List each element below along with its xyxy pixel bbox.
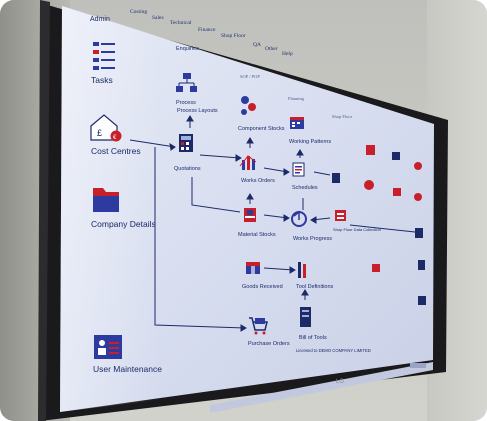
tool-definitions-label[interactable]: Tool Definitions — [296, 284, 334, 290]
header-sop-wop: SOP / POP — [240, 74, 260, 79]
data-collection-icon[interactable] — [335, 210, 346, 221]
material-stocks-label[interactable]: Material Stocks — [238, 232, 276, 238]
menu-item-shop-floor[interactable]: Shop Floor — [221, 33, 246, 39]
menu-item-help[interactable]: Help — [282, 51, 293, 57]
component-stocks-label[interactable]: Component Stocks — [238, 126, 285, 132]
header-shop-floor: Shop Floor — [332, 114, 353, 119]
menu-item-finance[interactable]: Finance — [198, 27, 216, 33]
menu-item-qa[interactable]: QA — [253, 42, 261, 48]
company-details-label[interactable]: Company Details — [91, 219, 156, 229]
quotations-label[interactable]: Quotations — [174, 166, 201, 172]
material-stocks-icon[interactable] — [244, 208, 256, 222]
alert-icon[interactable] — [393, 188, 401, 196]
working-patterns-icon[interactable] — [290, 117, 304, 129]
works-orders-label[interactable]: Works Orders — [241, 178, 275, 184]
header-enquiries: Enquiries — [176, 46, 199, 52]
process-layouts-label-1[interactable]: Process — [176, 100, 196, 106]
menu-admin[interactable]: Admin — [90, 16, 110, 23]
user-maintenance-icon[interactable] — [94, 335, 122, 359]
report-icon[interactable] — [392, 152, 400, 160]
status-icon[interactable] — [414, 162, 422, 170]
schedules-icon[interactable] — [292, 162, 305, 177]
tooling-icon[interactable] — [372, 264, 380, 272]
document-icon[interactable] — [418, 260, 425, 270]
tray-icons[interactable] — [410, 363, 426, 368]
menu-item-technical[interactable]: Technical — [170, 20, 192, 26]
goods-received-label[interactable]: Goods Received — [242, 284, 283, 290]
works-progress-label[interactable]: Works Progress — [293, 236, 332, 242]
cost-centres-label[interactable]: Cost Centres — [91, 146, 141, 156]
gauge-icon[interactable] — [364, 180, 374, 190]
tv-display: Admin Costing Sales Technical Finance Sh… — [38, 0, 448, 421]
goods-received-icon[interactable] — [246, 262, 260, 274]
bill-of-tools-icon[interactable] — [300, 307, 311, 327]
process-layouts-label[interactable]: Process Layouts — [177, 108, 218, 114]
photo-frame: Admin Costing Sales Technical Finance Sh… — [0, 0, 487, 421]
tv-brand-logo: LG — [336, 379, 344, 385]
schedules-label[interactable]: Schedules — [292, 185, 318, 191]
user-maintenance-label[interactable]: User Maintenance — [93, 364, 162, 374]
operator-icon[interactable] — [415, 228, 423, 238]
license-text: Licensed to DEMO COMPANY LIMITED — [296, 348, 371, 353]
qa-icon[interactable] — [366, 145, 375, 155]
menu-item-other[interactable]: Other — [265, 46, 278, 52]
menu-item-sales[interactable]: Sales — [152, 15, 164, 21]
tasks-label[interactable]: Tasks — [91, 75, 113, 85]
bill-of-tools-label[interactable]: Bill of Tools — [299, 335, 327, 341]
svg-text:£: £ — [97, 128, 102, 138]
machine-icon[interactable] — [332, 173, 340, 183]
downtime-icon[interactable] — [414, 193, 422, 201]
purchase-orders-label[interactable]: Purchase Orders — [248, 341, 290, 347]
header-planning: Planning — [288, 96, 305, 101]
menu-item-costing[interactable]: Costing — [130, 9, 147, 15]
inspection-icon[interactable] — [418, 296, 426, 305]
working-patterns-label[interactable]: Working Patterns — [289, 139, 331, 145]
calculator-icon[interactable] — [179, 134, 193, 152]
